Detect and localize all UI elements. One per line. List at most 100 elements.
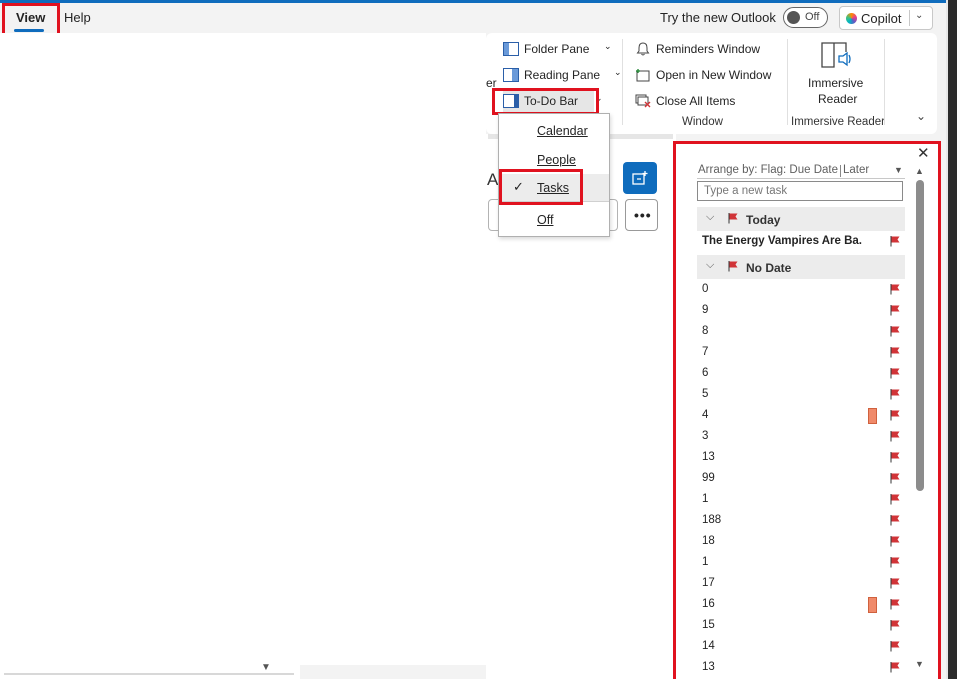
horizontal-scrollbar[interactable]: ▼ xyxy=(0,662,300,679)
task-row[interactable]: The Energy Vampires Are Ba... xyxy=(697,232,905,253)
task-title: 16 xyxy=(702,598,715,610)
task-row[interactable]: 15 xyxy=(697,616,905,637)
ribbon-expand-chevron-icon[interactable]: ⌄ xyxy=(916,109,926,123)
ribbon-partial-label: er xyxy=(486,76,497,90)
flag-icon xyxy=(728,213,738,224)
scroll-down-arrow-icon[interactable]: ▼ xyxy=(261,662,271,673)
flag-icon[interactable] xyxy=(889,661,901,673)
todo-bar-dropdown-menu: Calendar People ✓ Tasks Off xyxy=(498,113,610,237)
flag-icon[interactable] xyxy=(889,472,901,484)
task-row[interactable]: 8 xyxy=(697,322,905,343)
task-title: 188 xyxy=(702,514,722,526)
task-row[interactable]: 4 xyxy=(697,406,905,427)
task-row[interactable]: 6 xyxy=(697,364,905,385)
try-new-outlook-label: Try the new Outlook xyxy=(660,10,776,25)
flag-icon[interactable] xyxy=(889,346,901,358)
flag-icon xyxy=(728,261,738,272)
window-group-label: Window xyxy=(682,116,723,128)
copilot-icon xyxy=(846,13,857,24)
tab-help[interactable]: Help xyxy=(64,10,91,25)
flag-icon[interactable] xyxy=(889,514,901,526)
immersive-reader-button[interactable]: Immersive Reader xyxy=(798,38,874,110)
reading-pane-icon xyxy=(503,68,519,82)
compose-icon xyxy=(632,171,648,185)
arrange-underline xyxy=(697,178,905,179)
open-new-window-label: Open in New Window xyxy=(656,68,772,82)
task-row[interactable]: 7 xyxy=(697,343,905,364)
flag-icon[interactable] xyxy=(889,235,901,247)
more-icon: ••• xyxy=(634,207,652,223)
arrange-order-label[interactable]: Later xyxy=(843,164,869,176)
task-row[interactable]: 14 xyxy=(697,637,905,658)
flag-icon[interactable] xyxy=(889,556,901,568)
flag-icon[interactable] xyxy=(889,304,901,316)
new-outlook-toggle[interactable]: Off xyxy=(783,7,828,28)
todo-bar-button[interactable]: To-Do Bar ⌄ xyxy=(503,91,603,113)
menu-item-calendar[interactable]: Calendar xyxy=(499,117,609,145)
ribbon-separator xyxy=(884,39,885,125)
menu-item-tasks[interactable]: ✓ Tasks xyxy=(499,174,609,202)
close-icon[interactable]: ✕ xyxy=(917,144,930,162)
task-row[interactable]: 13 xyxy=(697,658,905,679)
flag-icon[interactable] xyxy=(889,409,901,421)
chevron-down-icon: ⌄ xyxy=(614,67,622,77)
task-row[interactable]: 16 xyxy=(697,595,905,616)
scroll-up-arrow-icon[interactable]: ▲ xyxy=(915,166,924,176)
group-header-today[interactable]: ⌵ Today xyxy=(697,207,905,231)
category-color-tag[interactable] xyxy=(868,597,877,613)
ribbon-separator xyxy=(622,39,623,125)
task-row[interactable]: 1 xyxy=(697,490,905,511)
tab-view[interactable]: View xyxy=(16,10,45,25)
category-color-tag[interactable] xyxy=(868,408,877,424)
task-title: 17 xyxy=(702,577,715,589)
task-title: 15 xyxy=(702,619,715,631)
task-row[interactable]: 3 xyxy=(697,427,905,448)
task-title: 14 xyxy=(702,640,715,652)
task-row[interactable]: 13 xyxy=(697,448,905,469)
task-row[interactable]: 1 xyxy=(697,553,905,574)
copilot-button[interactable]: Copilot ⌄ xyxy=(839,6,933,30)
reminders-window-label: Reminders Window xyxy=(656,42,761,56)
task-title: 4 xyxy=(702,409,709,421)
menu-item-people[interactable]: People xyxy=(499,146,609,174)
new-item-button[interactable] xyxy=(623,162,657,194)
chevron-down-icon: ⌄ xyxy=(604,41,612,51)
chevron-down-icon[interactable]: ⌵ xyxy=(706,259,714,272)
scroll-down-arrow-icon[interactable]: ▼ xyxy=(915,659,924,669)
task-row[interactable]: 18 xyxy=(697,532,905,553)
flag-icon[interactable] xyxy=(889,535,901,547)
chevron-down-icon[interactable]: ▼ xyxy=(894,165,903,175)
close-all-items-label: Close All Items xyxy=(656,94,736,108)
task-row[interactable]: 5 xyxy=(697,385,905,406)
group-header-no-date[interactable]: ⌵ No Date xyxy=(697,255,905,279)
task-row[interactable]: 9 xyxy=(697,301,905,322)
flag-icon[interactable] xyxy=(889,388,901,400)
flag-icon[interactable] xyxy=(889,598,901,610)
flag-icon[interactable] xyxy=(889,367,901,379)
scrollbar-thumb[interactable] xyxy=(916,180,924,491)
todo-bar-pane: ✕ Arrange by: Flag: Due Date Later ▼ Typ… xyxy=(676,144,940,679)
new-task-input[interactable]: Type a new task xyxy=(697,181,903,201)
flag-icon[interactable] xyxy=(889,493,901,505)
copilot-divider xyxy=(909,10,910,26)
arrange-by-label[interactable]: Arrange by: Flag: Due Date xyxy=(698,164,838,176)
task-row[interactable]: 99 xyxy=(697,469,905,490)
flag-icon[interactable] xyxy=(889,283,901,295)
task-row[interactable]: 17 xyxy=(697,574,905,595)
task-title: 5 xyxy=(702,388,709,400)
flag-icon[interactable] xyxy=(889,430,901,442)
flag-icon[interactable] xyxy=(889,451,901,463)
chevron-down-icon[interactable]: ⌄ xyxy=(915,10,923,21)
flag-icon[interactable] xyxy=(889,577,901,589)
pane-title-partial: A xyxy=(487,170,499,189)
chevron-down-icon: ⌄ xyxy=(595,93,603,103)
flag-icon[interactable] xyxy=(889,619,901,631)
more-options-button[interactable]: ••• xyxy=(625,199,658,231)
flag-icon[interactable] xyxy=(889,640,901,652)
menu-item-off[interactable]: Off xyxy=(499,206,609,234)
task-row[interactable]: 188 xyxy=(697,511,905,532)
task-row[interactable]: 0 xyxy=(697,280,905,301)
chevron-down-icon[interactable]: ⌵ xyxy=(706,211,714,224)
folder-pane-label: Folder Pane xyxy=(524,42,590,56)
flag-icon[interactable] xyxy=(889,325,901,337)
